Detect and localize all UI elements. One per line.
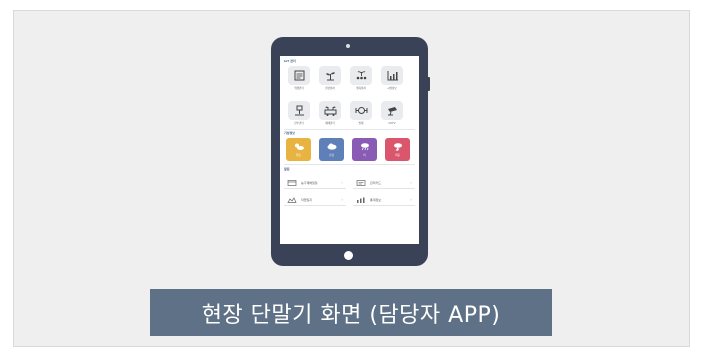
- list-label-3: 작업일지: [301, 197, 313, 202]
- menu-tile-7[interactable]: [350, 101, 372, 120]
- app-screen: IoT 관리 위생관리 환경센서 생육센서 시설정보 관수관리 재배관리 방제 …: [280, 56, 419, 244]
- chart-icon: [387, 71, 398, 81]
- cloud-icon: [327, 143, 336, 150]
- section-divider-2: [284, 164, 415, 165]
- list-label-4: 통계정보: [370, 197, 382, 202]
- menu-label-4: 시설정보: [387, 87, 397, 90]
- farm-icon: [324, 106, 336, 116]
- card-icon: [356, 179, 366, 186]
- section-divider: [284, 129, 415, 130]
- plant-icon: [325, 72, 335, 81]
- menu-tile-8[interactable]: [381, 101, 403, 120]
- machine-icon: [355, 107, 367, 114]
- journal-icon: [287, 196, 297, 203]
- weather-label-2: 흐림: [329, 154, 334, 157]
- chevron-right-icon: ›: [341, 180, 343, 185]
- sun-cloud-icon: [294, 143, 304, 150]
- home-button[interactable]: [344, 251, 353, 260]
- menu-tile-5[interactable]: [288, 101, 310, 120]
- menu-tile-4[interactable]: [381, 66, 403, 85]
- menu-tile-2[interactable]: [319, 66, 341, 85]
- side-button: [427, 77, 430, 91]
- weather-label-4: 태풍: [395, 154, 400, 157]
- sprout-icon: [356, 71, 366, 80]
- menu-tile-6[interactable]: [319, 101, 341, 120]
- chevron-right-icon: ›: [341, 197, 343, 202]
- camera-icon: [387, 107, 397, 116]
- menu-label-2: 환경센서: [325, 87, 335, 90]
- weather-tile-1[interactable]: 맑음: [286, 138, 311, 161]
- menu-tile-3[interactable]: [350, 66, 372, 85]
- list-label-2: 관리카드: [370, 180, 382, 185]
- menu-label-6: 재배관리: [325, 122, 335, 125]
- chevron-right-icon: ›: [410, 180, 412, 185]
- list-label-1: 농가재배일정: [301, 180, 318, 185]
- rain-icon: [360, 143, 369, 151]
- weather-label-3: 비: [363, 154, 366, 157]
- list-item-3[interactable]: 작업일지 ›: [284, 194, 346, 206]
- list-section-title: 알림: [284, 167, 290, 171]
- weather-tile-3[interactable]: 비: [352, 138, 377, 161]
- menu-label-7: 방제: [358, 122, 364, 125]
- camera-dot: [346, 44, 350, 48]
- list-item-4[interactable]: 통계정보 ›: [353, 194, 415, 206]
- weather-tile-2[interactable]: 흐림: [319, 138, 344, 161]
- stats-icon: [357, 197, 365, 203]
- list-item-2[interactable]: 관리카드 ›: [353, 177, 415, 189]
- document-icon: [294, 70, 304, 81]
- menu-section-title: IoT 관리: [284, 59, 296, 63]
- tablet-device: IoT 관리 위생관리 환경센서 생육센서 시설정보 관수관리 재배관리 방제 …: [271, 37, 430, 266]
- weather-label-1: 맑음: [296, 154, 301, 157]
- menu-label-3: 생육센서: [356, 87, 366, 90]
- chevron-right-icon: ›: [410, 197, 412, 202]
- calendar-icon: [287, 179, 297, 186]
- menu-label-1: 위생관리: [294, 87, 304, 90]
- valve-icon: [294, 105, 304, 116]
- list-item-1[interactable]: 농가재배일정 ›: [284, 177, 346, 189]
- menu-tile-1[interactable]: [288, 66, 310, 85]
- menu-label-5: 관수관리: [294, 122, 304, 125]
- figure-caption: 현장 단말기 화면 (담당자 APP): [150, 289, 552, 336]
- weather-tile-4[interactable]: 태풍: [385, 138, 410, 161]
- menu-label-8: CCTV: [388, 122, 396, 125]
- weather-section-title: 기상정보: [284, 131, 296, 135]
- storm-icon: [393, 143, 402, 151]
